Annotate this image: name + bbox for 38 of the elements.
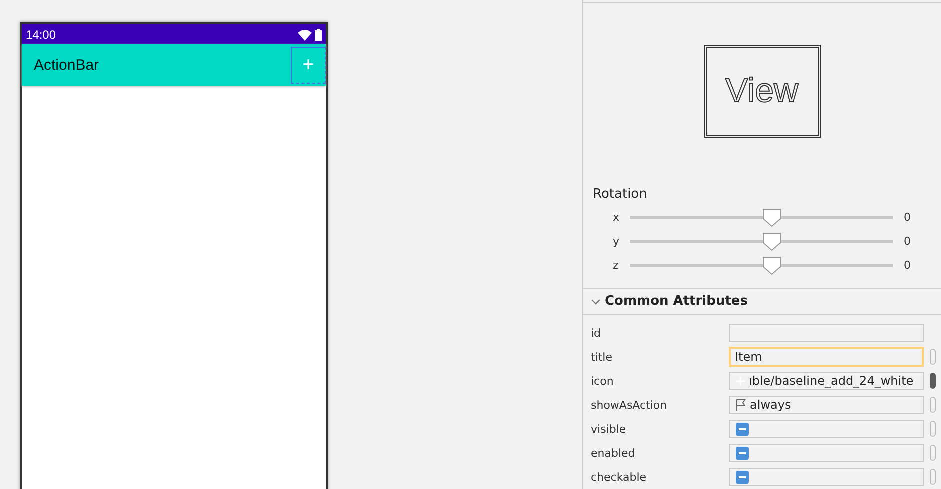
- field-value: always: [750, 398, 792, 412]
- attribute-label: title: [590, 350, 614, 364]
- slider-value: 0: [904, 259, 911, 272]
- field-value: ıble/baseline_add_24_white: [749, 374, 914, 388]
- checkbox-field[interactable]: [729, 468, 924, 486]
- chevron-icon[interactable]: [591, 298, 601, 306]
- checkbox[interactable]: [736, 446, 749, 460]
- slider-value: 0: [904, 211, 911, 224]
- battery-icon: [315, 29, 322, 41]
- checkbox[interactable]: [736, 422, 749, 436]
- wifi-icon: [298, 30, 312, 40]
- attribute-field[interactable]: Item: [729, 347, 924, 367]
- action-bar-title: ActionBar: [34, 56, 100, 74]
- flag-icon: [736, 399, 746, 411]
- section-title: Common Attributes: [605, 294, 748, 310]
- attribute-label: checkable: [590, 470, 648, 484]
- axis-label: x: [612, 211, 621, 224]
- slider-value: 0: [904, 235, 911, 248]
- checkbox[interactable]: [736, 470, 749, 484]
- field-value: Item: [735, 350, 762, 364]
- attribute-field[interactable]: ıble/baseline_add_24_white: [729, 372, 924, 390]
- attribute-field[interactable]: always: [729, 396, 924, 414]
- checkbox-field[interactable]: [729, 444, 924, 462]
- axis-label: z: [612, 259, 620, 272]
- slider-thumb[interactable]: [762, 256, 782, 276]
- view-preview: View: [704, 45, 820, 138]
- attribute-label: visible: [590, 422, 628, 436]
- axis-label: y: [612, 235, 621, 248]
- attribute-label: icon: [590, 374, 615, 388]
- attribute-field[interactable]: [729, 324, 924, 342]
- rotation-label: Rotation: [593, 186, 648, 202]
- attribute-label: enabled: [590, 446, 636, 460]
- slider-thumb[interactable]: [762, 208, 782, 228]
- attribute-label: id: [590, 326, 602, 340]
- status-time: 14:00: [26, 28, 56, 42]
- slider-thumb[interactable]: [762, 232, 782, 252]
- checkbox-field[interactable]: [729, 420, 924, 438]
- attribute-label: showAsAction: [590, 398, 668, 412]
